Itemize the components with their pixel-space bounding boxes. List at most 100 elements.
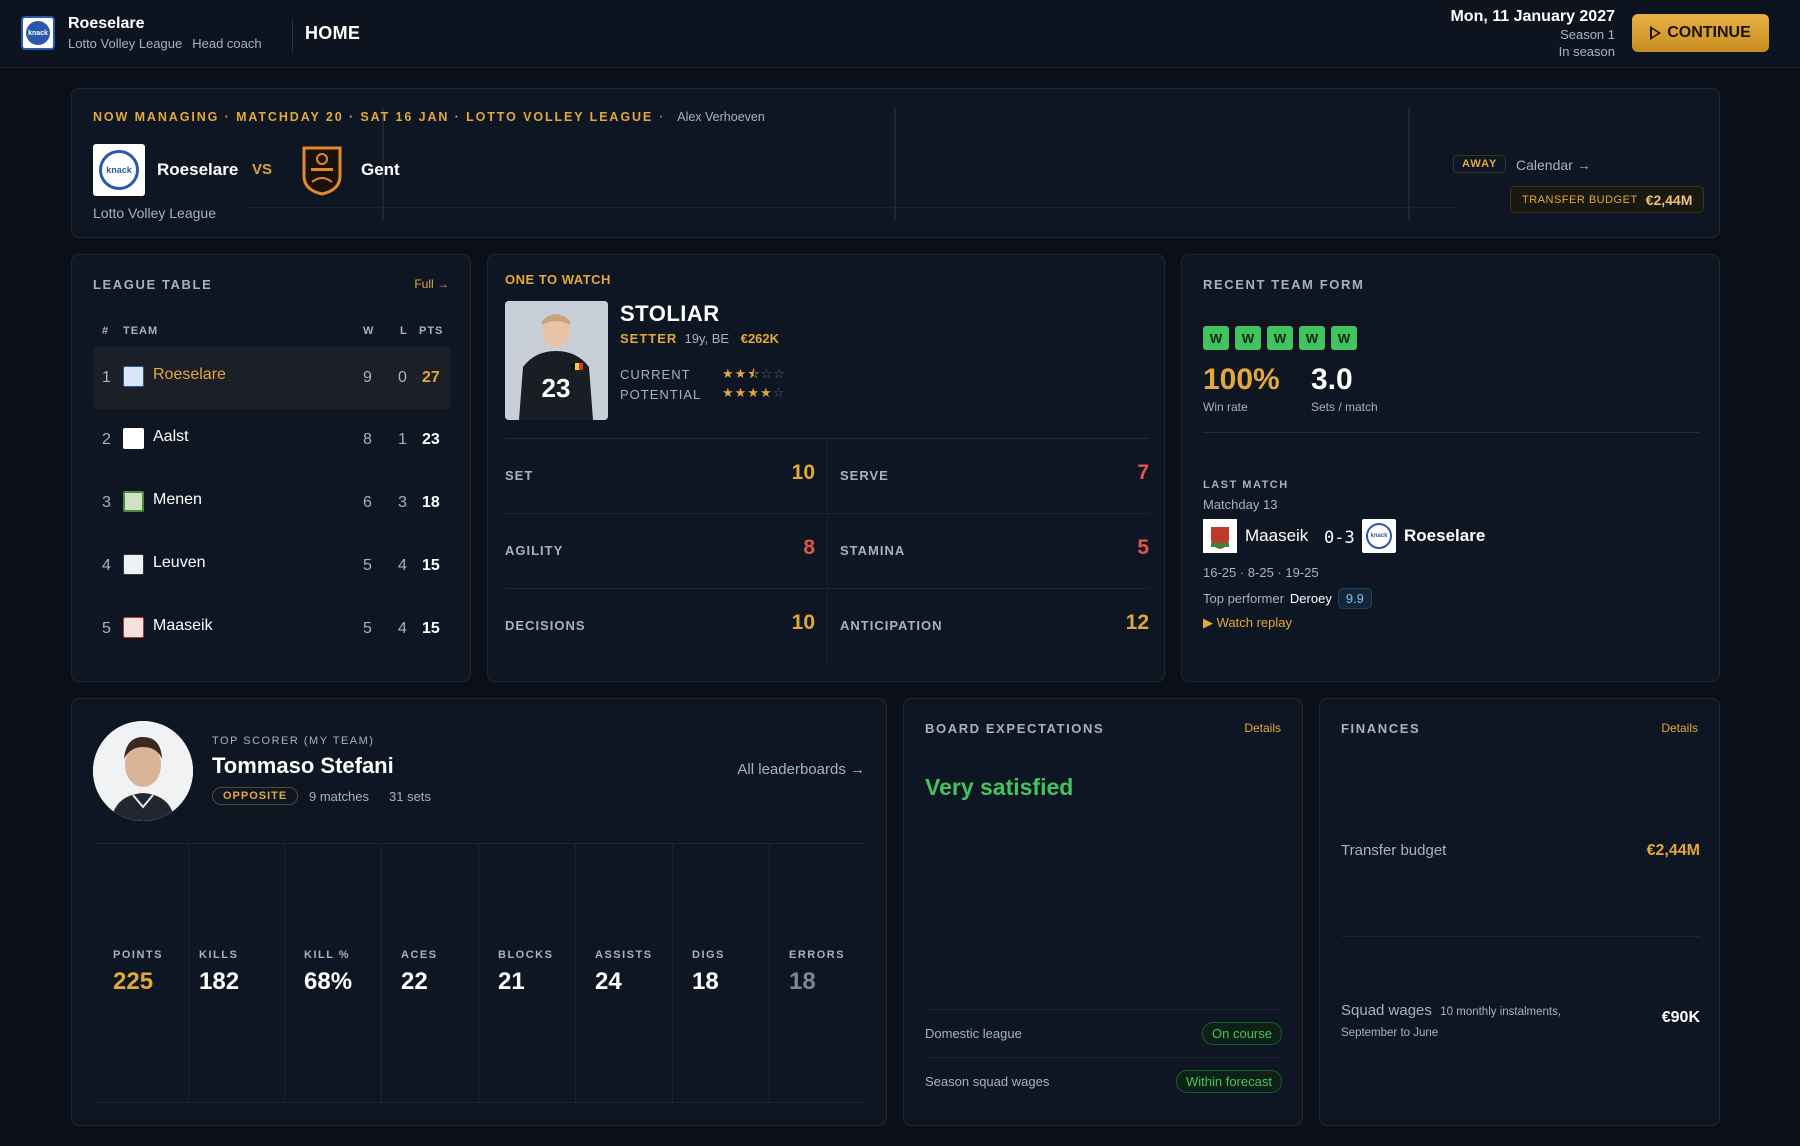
attribute-value: 12	[1125, 611, 1149, 634]
attribute-name: SERVE	[840, 468, 889, 483]
stat-errors: ERRORS 18	[771, 844, 867, 1104]
finance-row-transfer-budget: Transfer budget €2,44M	[1341, 842, 1700, 872]
stat-value: 68%	[304, 968, 353, 995]
row-losses: 0	[398, 369, 407, 386]
finance-value: €90K	[1661, 1009, 1700, 1026]
league-table-title: LEAGUE TABLE	[93, 277, 213, 292]
attribute-name: AGILITY	[505, 543, 564, 558]
star-icon: ★	[759, 385, 773, 400]
finance-label: Squad wages	[1341, 1002, 1432, 1019]
stats-grid: POINTS 225 KILLS 182 KILL % 68% ACES 22 BLOC…	[93, 843, 867, 1104]
one-to-watch-title: ONE TO WATCH	[505, 272, 611, 287]
club-league: Lotto Volley League	[68, 36, 183, 51]
shirt-number: 23	[542, 373, 571, 403]
play-icon	[1650, 26, 1662, 40]
row-points: 15	[422, 557, 440, 574]
court-line	[894, 107, 896, 221]
finance-row-squad-wages: Squad wages 10 monthly instalments, Sept…	[1341, 1001, 1700, 1041]
team-name: Leuven	[153, 554, 206, 571]
star-icon: ☆	[772, 385, 786, 400]
club-logo: knack	[21, 16, 55, 50]
stat-label: POINTS	[113, 949, 163, 961]
avatar[interactable]	[93, 721, 193, 821]
continue-button[interactable]: CONTINUE	[1632, 14, 1769, 52]
attribute-serve: SERVE 7	[827, 439, 1149, 514]
top-scorer-label: TOP SCORER (MY TEAM)	[212, 735, 375, 747]
club-subtitle: Lotto Volley League Head coach	[68, 36, 262, 51]
next-match-header: NOW MANAGING · MATCHDAY 20 · SAT 16 JAN …	[93, 110, 765, 124]
status-badge: On course	[1202, 1022, 1282, 1045]
stat-label: DIGS	[692, 949, 725, 961]
last-match-score: 0-3	[1324, 528, 1355, 548]
away-team-name: Gent	[361, 160, 400, 179]
row-position: 3	[102, 494, 111, 511]
stat-value: 182	[199, 968, 240, 995]
finance-label-group: Squad wages 10 monthly instalments, Sept…	[1341, 1001, 1601, 1043]
recent-form-title: RECENT TEAM FORM	[1203, 277, 1365, 292]
match-league: Lotto Volley League	[93, 205, 216, 221]
stat-points: POINTS 225	[93, 844, 189, 1104]
star-icon: ★	[734, 366, 748, 381]
row-wins: 8	[363, 431, 372, 448]
team-logo	[123, 491, 144, 512]
current-rating-stars: ★★⯪☆☆	[722, 365, 786, 387]
finances-details-link[interactable]: Details	[1661, 721, 1698, 735]
stat-assists: ASSISTS 24	[577, 844, 673, 1104]
full-table-link[interactable]: Full →	[414, 277, 449, 291]
potential-label: POTENTIAL	[620, 387, 702, 402]
date-block: Mon, 11 January 2027 Season 1 In season	[1450, 8, 1615, 60]
attribute-value: 10	[791, 611, 815, 634]
away-team-logo: knack	[1362, 519, 1396, 553]
table-row[interactable]: 1 Roeselare 9 0 27	[93, 347, 451, 409]
row-position: 4	[102, 557, 111, 574]
table-row[interactable]: 5 Maaseik 5 4 15	[93, 598, 451, 660]
stat-value: 22	[401, 968, 428, 995]
row-points: 27	[422, 369, 440, 386]
star-icon: ★	[734, 385, 748, 400]
attribute-stamina: STAMINA 5	[827, 514, 1149, 589]
transfer-budget-label: TRANSFER BUDGET	[1522, 193, 1638, 206]
season-label: Season 1	[1560, 27, 1615, 42]
table-row[interactable]: 3 Menen 6 3 18	[93, 472, 451, 534]
stat-value: 225	[113, 968, 154, 995]
board-title: BOARD EXPECTATIONS	[925, 721, 1105, 736]
team-name: Roeselare	[153, 366, 226, 383]
stat-label: ASSISTS	[595, 949, 653, 961]
home-team-logo: knack	[93, 144, 145, 196]
home-team-name: Roeselare	[157, 160, 239, 179]
league-table-panel: LEAGUE TABLE Full → # TEAM W L PTS 1 Roe…	[71, 254, 471, 682]
stat-label: BLOCKS	[498, 949, 554, 961]
position-badge: OPPOSITE	[212, 787, 299, 805]
header-wins: W	[363, 325, 375, 337]
row-points: 18	[422, 494, 440, 511]
attribute-value: 10	[791, 461, 815, 484]
versus-label: VS	[252, 161, 273, 178]
stat-aces: ACES 22	[383, 844, 479, 1104]
player-silhouette-icon: 23	[505, 301, 608, 420]
all-leaderboards-link[interactable]: All leaderboards →	[737, 761, 865, 778]
watch-replay-link[interactable]: ▶ Watch replay	[1203, 615, 1292, 631]
top-scorer-name[interactable]: Tommaso Stefani	[212, 753, 394, 779]
row-losses: 4	[398, 557, 407, 574]
finance-value: €2,44M	[1646, 842, 1700, 859]
team-logo	[123, 428, 144, 449]
header-team: TEAM	[123, 325, 159, 337]
transfer-budget-value: €2,44M	[1645, 191, 1693, 208]
player-name[interactable]: STOLIAR	[620, 301, 720, 327]
top-performer-name[interactable]: Deroey	[1290, 591, 1332, 606]
board-details-link[interactable]: Details	[1244, 721, 1281, 735]
row-position: 5	[102, 620, 111, 637]
calendar-link[interactable]: Calendar →	[1516, 157, 1591, 173]
result-badge: W	[1235, 326, 1261, 350]
stat-label: ACES	[401, 949, 438, 961]
page-title: HOME	[305, 23, 361, 43]
win-rate-label: Win rate	[1203, 400, 1248, 414]
star-icon: ★	[722, 385, 735, 400]
attribute-set: SET 10	[505, 439, 827, 514]
player-photo[interactable]: 23	[505, 301, 608, 420]
table-row[interactable]: 4 Leuven 5 4 15	[93, 535, 451, 597]
table-row[interactable]: 2 Aalst 8 1 23	[93, 409, 451, 471]
row-position: 2	[102, 431, 111, 448]
player-age-nationality: 19y, BE	[684, 331, 730, 346]
win-rate-value: 100%	[1203, 363, 1280, 396]
